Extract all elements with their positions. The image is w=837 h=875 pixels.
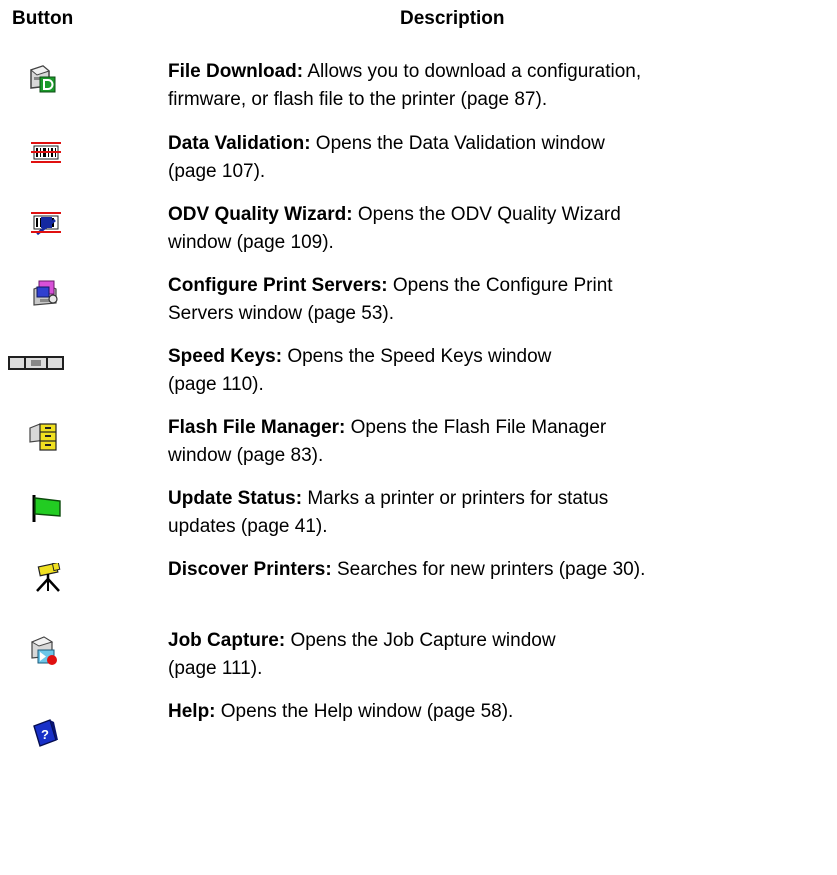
- row-text: (page 107).: [168, 161, 266, 182]
- row-text: window (page 83).: [168, 445, 324, 466]
- row-title: Help:: [168, 701, 216, 722]
- row-text: Opens the Flash File Manager: [345, 417, 607, 438]
- row-text: Opens the Speed Keys window: [282, 346, 552, 367]
- file-download-icon[interactable]: [27, 64, 57, 94]
- row-title: Configure Print Servers:: [168, 275, 388, 296]
- row-text: updates (page 41).: [168, 516, 328, 537]
- row-text: firmware, or flash file to the printer (…: [168, 89, 548, 110]
- row-title: Job Capture:: [168, 630, 286, 651]
- row-title: Speed Keys:: [168, 346, 283, 367]
- row-text: Opens the Configure Print: [387, 275, 613, 296]
- row-text: Servers window (page 53).: [168, 303, 394, 324]
- button-column-header: Button: [12, 8, 74, 29]
- row-text: (page 110).: [168, 374, 264, 395]
- row-text: Opens the Help window (page 58).: [215, 701, 514, 722]
- row-title: ODV Quality Wizard:: [168, 204, 353, 225]
- help-icon[interactable]: ?: [30, 718, 60, 748]
- row-text: Marks a printer or printers for status: [302, 488, 609, 509]
- row-title: Data Validation:: [168, 133, 311, 154]
- row-text: window (page 109).: [168, 232, 334, 253]
- row-description: File Download: Allows you to download a …: [168, 58, 833, 114]
- row-title: Discover Printers:: [168, 559, 332, 580]
- row-text: Allows you to download a configuration,: [303, 61, 642, 82]
- row-description: Help: Opens the Help window (page 58).: [168, 698, 833, 726]
- row-description: Data Validation: Opens the Data Validati…: [168, 130, 833, 186]
- row-title: Flash File Manager:: [168, 417, 346, 438]
- row-description: Discover Printers: Searches for new prin…: [168, 556, 833, 584]
- row-description: Configure Print Servers: Opens the Confi…: [168, 272, 833, 328]
- row-text: (page 111).: [168, 658, 263, 679]
- description-column-header: Description: [400, 8, 505, 29]
- flash-file-manager-icon[interactable]: [28, 420, 58, 452]
- data-validation-icon[interactable]: [31, 138, 61, 166]
- row-description: Job Capture: Opens the Job Capture windo…: [168, 627, 833, 683]
- speed-keys-icon[interactable]: [8, 356, 64, 370]
- job-capture-icon[interactable]: [29, 634, 59, 666]
- configure-print-servers-icon[interactable]: [31, 279, 61, 309]
- row-title: File Download:: [168, 61, 304, 82]
- row-description: Flash File Manager: Opens the Flash File…: [168, 414, 833, 470]
- row-text: Searches for new printers (page 30).: [331, 559, 646, 580]
- row-text: Opens the ODV Quality Wizard: [352, 204, 621, 225]
- row-title: Update Status:: [168, 488, 303, 509]
- row-description: ODV Quality Wizard: Opens the ODV Qualit…: [168, 201, 833, 257]
- row-description: Update Status: Marks a printer or printe…: [168, 485, 833, 541]
- odv-quality-wizard-icon[interactable]: [31, 208, 61, 238]
- update-status-icon[interactable]: [30, 493, 64, 523]
- discover-printers-icon[interactable]: [33, 563, 63, 593]
- svg-text:?: ?: [41, 727, 49, 742]
- row-text: Opens the Data Validation window: [310, 133, 605, 154]
- row-text: Opens the Job Capture window: [285, 630, 556, 651]
- row-description: Speed Keys: Opens the Speed Keys window …: [168, 343, 833, 399]
